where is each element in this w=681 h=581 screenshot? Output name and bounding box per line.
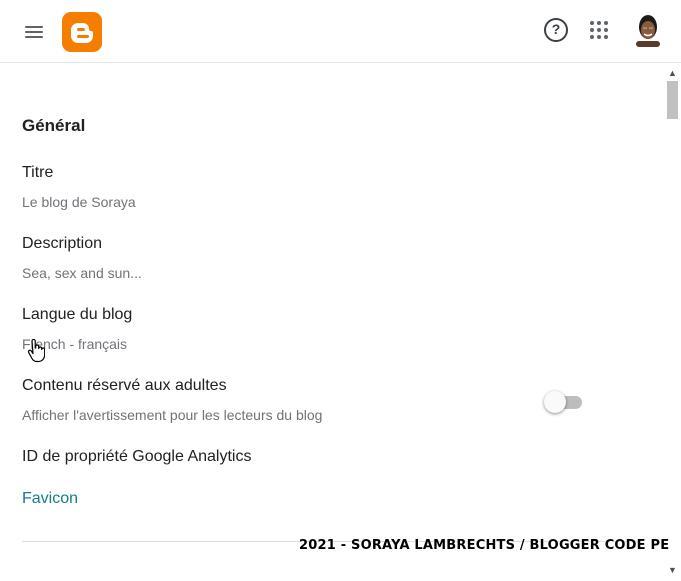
- scroll-up-arrow-icon[interactable]: ▲: [664, 66, 681, 80]
- setting-title-value[interactable]: Le blog de Soraya: [22, 194, 136, 210]
- blogger-logo-icon[interactable]: [62, 12, 102, 52]
- setting-adult-content-description: Afficher l'avertissement pour les lecteu…: [22, 407, 323, 423]
- setting-title-label[interactable]: Titre: [22, 164, 53, 182]
- adult-content-toggle[interactable]: [544, 391, 584, 413]
- settings-content: Général Titre Le blog de Soraya Descript…: [0, 64, 664, 581]
- favicon-link[interactable]: Favicon: [22, 490, 78, 508]
- vertical-scrollbar[interactable]: ▲ ▼: [664, 63, 681, 581]
- setting-adult-content-label: Contenu réservé aux adultes: [22, 377, 227, 394]
- setting-description-value[interactable]: Sea, sex and sun...: [22, 265, 142, 281]
- setting-language-label[interactable]: Langue du blog: [22, 306, 132, 324]
- apps-grid-icon[interactable]: [590, 21, 610, 41]
- top-app-bar: ?: [0, 0, 681, 63]
- user-avatar-icon[interactable]: [633, 13, 663, 47]
- setting-language-value[interactable]: French - français: [22, 336, 127, 352]
- scroll-down-arrow-icon[interactable]: ▼: [664, 563, 681, 577]
- toggle-knob: [544, 391, 566, 413]
- help-circle-icon[interactable]: ?: [544, 18, 568, 42]
- section-title-general: Général: [22, 116, 86, 135]
- scroll-thumb[interactable]: [667, 81, 678, 119]
- watermark-text: 2021 - SORAYA LAMBRECHTS / BLOGGER CODE …: [299, 538, 670, 553]
- setting-description-label[interactable]: Description: [22, 235, 102, 253]
- hamburger-menu-icon[interactable]: [22, 20, 46, 44]
- setting-analytics-label[interactable]: ID de propriété Google Analytics: [22, 448, 251, 466]
